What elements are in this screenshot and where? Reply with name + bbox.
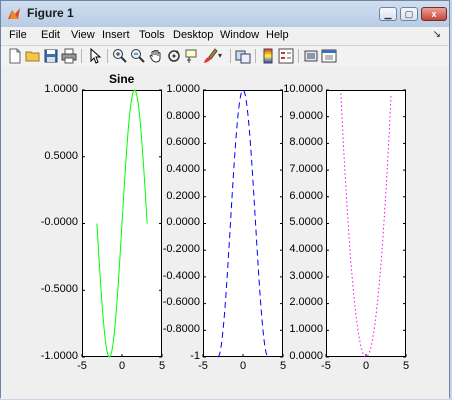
- y-tick-label: -0.4000: [162, 270, 200, 282]
- figure-toolbar: ▾: [1, 45, 449, 67]
- menu-edit[interactable]: Edit: [41, 29, 60, 41]
- square-plot: [325, 89, 407, 358]
- y-tick-label: 4.0000: [289, 243, 323, 255]
- open-file-icon[interactable]: [25, 48, 41, 64]
- y-tick-label: 0.2000: [166, 190, 200, 202]
- maximize-button[interactable]: ▢: [400, 7, 418, 21]
- plot-title-sine: Sine: [109, 72, 135, 86]
- menu-window[interactable]: Window: [220, 29, 259, 41]
- menu-desktop[interactable]: Desktop: [173, 29, 213, 41]
- figure-canvas: Sine 1.0000 0.5000 -0.0000 -0.5000 -1.00…: [1, 66, 449, 399]
- series-line: [217, 89, 269, 358]
- menu-overflow-icon[interactable]: ↘: [433, 29, 441, 40]
- y-tick-label: 8.0000: [289, 136, 323, 148]
- y-tick-label: 0.0000: [166, 216, 200, 228]
- zoom-in-icon[interactable]: [112, 48, 128, 64]
- y-tick-label: -1: [190, 350, 200, 362]
- y-tick-label: 0.8000: [166, 110, 200, 122]
- x-tick-label: 0: [362, 360, 370, 372]
- matlab-figure-icon: [8, 8, 20, 19]
- x-tick-label: 5: [402, 360, 410, 372]
- menu-file[interactable]: File: [9, 29, 27, 41]
- menu-insert[interactable]: Insert: [102, 29, 130, 41]
- minimize-button[interactable]: ▁: [379, 7, 397, 21]
- x-tick-label: -5: [198, 360, 208, 372]
- y-tick-label: 1.0000: [44, 83, 78, 95]
- toolbar-separator: [298, 49, 299, 63]
- y-tick-label: -0.0000: [40, 216, 78, 228]
- x-tick-label: -5: [321, 360, 331, 372]
- y-tick-label: 0.5000: [44, 150, 78, 162]
- brush-dropdown-icon[interactable]: ▾: [218, 48, 226, 64]
- y-tick-label: 7.0000: [289, 163, 323, 175]
- zoom-out-icon[interactable]: [130, 48, 146, 64]
- show-plot-tools-icon[interactable]: [321, 48, 337, 64]
- toolbar-separator: [81, 49, 82, 63]
- y-tick-label: -1.0000: [40, 350, 78, 362]
- y-tick-label: -0.8000: [162, 323, 200, 335]
- x-tick-label: -5: [77, 360, 87, 372]
- close-button[interactable]: x: [421, 7, 447, 21]
- menu-view[interactable]: View: [71, 29, 95, 41]
- figure-window: Figure 1 ▁ ▢ x File Edit View Insert Too…: [0, 0, 450, 399]
- y-tick-label: 0.4000: [166, 163, 200, 175]
- data-cursor-icon[interactable]: [184, 48, 200, 64]
- y-tick-label: -0.6000: [162, 296, 200, 308]
- x-tick-label: 0: [239, 360, 247, 372]
- print-icon[interactable]: [61, 48, 77, 64]
- toolbar-separator: [255, 49, 256, 63]
- y-tick-label: 5.0000: [289, 216, 323, 228]
- save-icon[interactable]: [43, 48, 59, 64]
- y-tick-label: 9.0000: [289, 110, 323, 122]
- y-tick-label: -0.5000: [40, 283, 78, 295]
- new-figure-icon[interactable]: [7, 48, 23, 64]
- y-tick-label: 0.0000: [289, 350, 323, 362]
- y-tick-label: 10.0000: [283, 83, 323, 95]
- toolbar-separator: [230, 49, 231, 63]
- y-tick-label: 1.0000: [166, 83, 200, 95]
- y-tick-label: -0.2000: [162, 243, 200, 255]
- series-line: [340, 93, 392, 358]
- menu-tools[interactable]: Tools: [139, 29, 165, 41]
- pan-hand-icon[interactable]: [148, 48, 164, 64]
- y-tick-label: 0.6000: [166, 136, 200, 148]
- select-arrow-icon[interactable]: [87, 48, 103, 64]
- legend-icon[interactable]: [278, 48, 294, 64]
- rotate-3d-icon[interactable]: [166, 48, 182, 64]
- title-bar[interactable]: Figure 1 ▁ ▢ x: [1, 1, 449, 28]
- y-tick-label: 1.0000: [289, 323, 323, 335]
- link-plot-icon[interactable]: [235, 48, 251, 64]
- y-tick-label: 2.0000: [289, 296, 323, 308]
- colorbar-icon[interactable]: [260, 48, 276, 64]
- y-tick-label: 6.0000: [289, 190, 323, 202]
- hide-plot-tools-icon[interactable]: [303, 48, 319, 64]
- x-tick-label: 0: [118, 360, 126, 372]
- brush-icon[interactable]: [202, 48, 218, 64]
- menu-help[interactable]: Help: [266, 29, 289, 41]
- window-title: Figure 1: [27, 6, 74, 20]
- y-tick-label: 3.0000: [289, 270, 323, 282]
- toolbar-separator: [107, 49, 108, 63]
- menu-bar: File Edit View Insert Tools Desktop Wind…: [1, 27, 449, 45]
